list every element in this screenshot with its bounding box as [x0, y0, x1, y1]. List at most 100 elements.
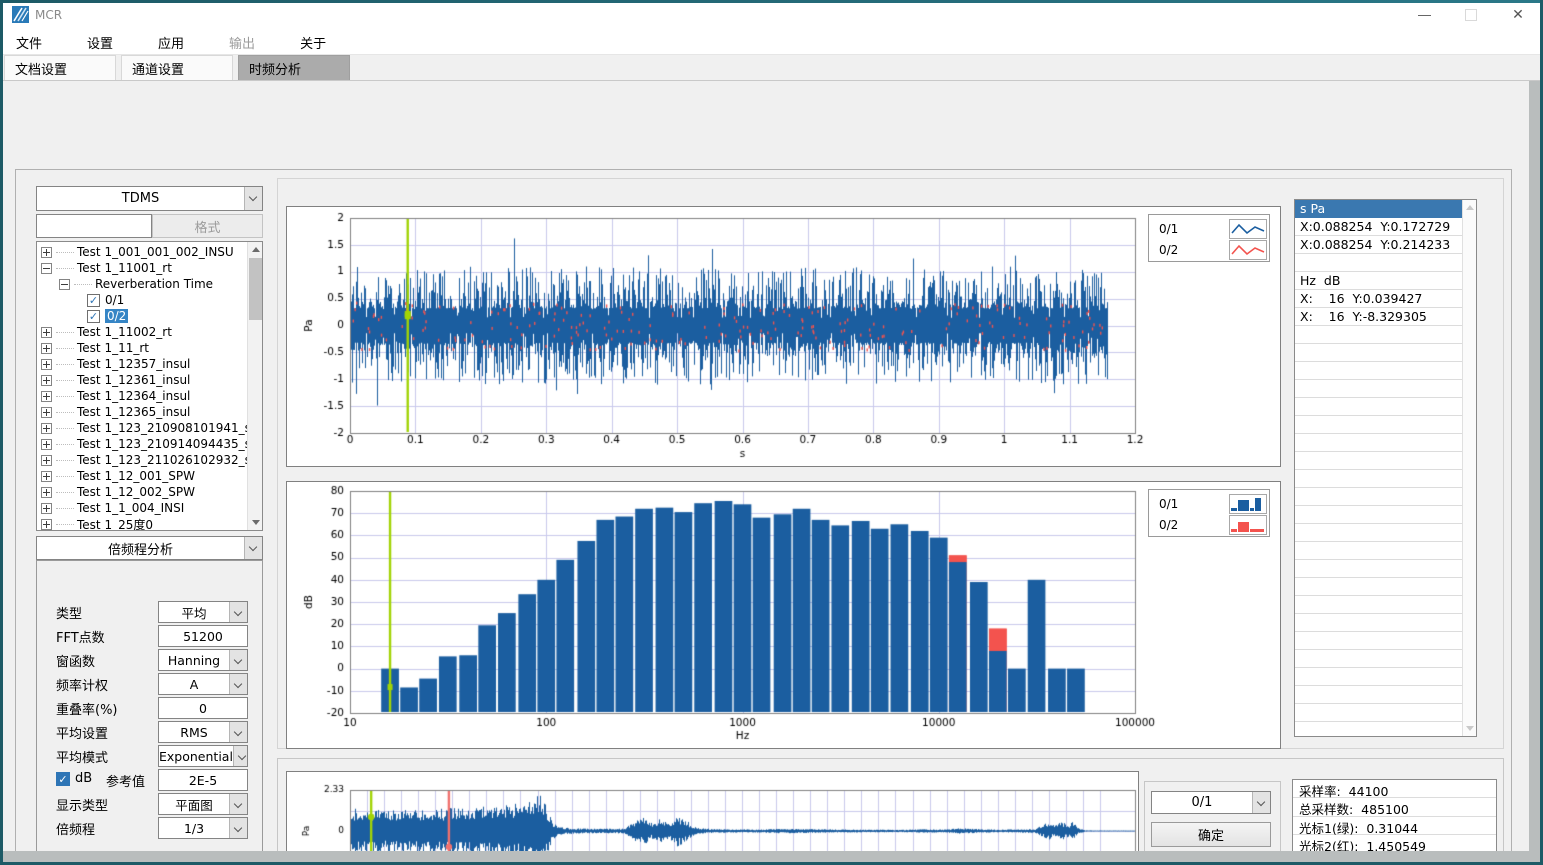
readout-row[interactable] — [1295, 326, 1463, 344]
tree-item[interactable]: Test 1_1_004_INSI — [41, 500, 184, 516]
readout-row[interactable] — [1295, 668, 1463, 686]
field-select-倍频程[interactable]: 1/3 — [158, 817, 248, 839]
scrollbar-down-icon[interactable] — [1463, 721, 1477, 736]
tree-item[interactable]: Test 1_12361_insul — [41, 372, 190, 388]
cursor-readout-list[interactable]: s Pa X:0.088254 Y:0.172729X:0.088254 Y:0… — [1294, 199, 1477, 737]
file-format-select[interactable]: TDMS — [36, 186, 263, 211]
tree-expander-icon[interactable] — [41, 455, 52, 466]
tree-item[interactable]: Test 1_12365_insul — [41, 404, 190, 420]
readout-row[interactable] — [1295, 686, 1463, 704]
chevron-down-icon[interactable] — [229, 794, 247, 814]
readout-row[interactable] — [1295, 362, 1463, 380]
readout-row[interactable] — [1295, 254, 1463, 272]
tree-item[interactable]: Test 1_001_001_002_INSU — [41, 244, 234, 260]
tree-item[interactable]: Test 1_123_210908101941_spw — [41, 420, 263, 436]
octave-spectrum-plot[interactable] — [287, 482, 1280, 748]
db-checkbox[interactable]: ✓ — [56, 772, 70, 786]
filter-input[interactable] — [36, 214, 152, 238]
tree-expander-icon[interactable] — [41, 247, 52, 258]
tree-expander-icon[interactable] — [41, 503, 52, 514]
tab-通道设置[interactable]: 通道设置 — [121, 55, 233, 80]
scrollbar-up-icon[interactable] — [248, 242, 263, 257]
readout-row[interactable] — [1295, 344, 1463, 362]
tab-时频分析[interactable]: 时频分析 — [238, 55, 350, 80]
chevron-down-icon[interactable] — [229, 818, 247, 838]
tree-expander-icon[interactable] — [41, 343, 52, 354]
file-tree[interactable]: Test 1_001_001_002_INSUTest 1_11001_rtRe… — [36, 241, 263, 531]
tree-expander-icon[interactable] — [41, 487, 52, 498]
field-select-窗函数[interactable]: Hanning — [158, 649, 248, 671]
maximize-button[interactable] — [1454, 0, 1488, 30]
chevron-down-icon[interactable] — [233, 746, 247, 766]
readout-row[interactable] — [1295, 380, 1463, 398]
chevron-down-icon[interactable] — [229, 650, 247, 670]
readout-row[interactable]: X: 16 Y:0.039427 — [1295, 290, 1463, 308]
tree-item-checkbox[interactable]: ✓ — [87, 310, 100, 323]
tree-expander-icon[interactable] — [41, 263, 52, 274]
confirm-button[interactable]: 确定 — [1151, 822, 1271, 847]
field-input-FFT点数[interactable] — [158, 625, 248, 647]
close-button[interactable]: ✕ — [1501, 0, 1535, 30]
readout-row[interactable] — [1295, 632, 1463, 650]
menu-item-文件[interactable]: 文件 — [2, 29, 56, 56]
tree-expander-icon[interactable] — [41, 423, 52, 434]
tree-scrollbar-thumb[interactable] — [249, 258, 262, 320]
menu-item-应用[interactable]: 应用 — [144, 29, 198, 56]
readout-row[interactable] — [1295, 704, 1463, 722]
time-waveform-plot[interactable] — [287, 207, 1280, 466]
readout-row[interactable] — [1295, 578, 1463, 596]
field-select-平均设置[interactable]: RMS — [158, 721, 248, 743]
tree-expander-icon[interactable] — [41, 391, 52, 402]
tree-item[interactable]: Reverberation Time — [59, 276, 213, 292]
tree-item[interactable]: Test 1_11002_rt — [41, 324, 172, 340]
field-select-显示类型[interactable]: 平面图 — [158, 793, 248, 815]
readout-row[interactable] — [1295, 434, 1463, 452]
tree-expander-icon[interactable] — [59, 279, 70, 290]
tree-item[interactable]: Test 1_11001_rt — [41, 260, 172, 276]
readout-row[interactable] — [1295, 452, 1463, 470]
tree-expander-icon[interactable] — [41, 359, 52, 370]
readout-row[interactable] — [1295, 416, 1463, 434]
menu-item-设置[interactable]: 设置 — [73, 29, 127, 56]
tree-item[interactable]: Test 1_25度0 — [41, 516, 153, 531]
readout-row[interactable]: X:0.088254 Y:0.172729 — [1295, 218, 1463, 236]
tree-expander-icon[interactable] — [41, 375, 52, 386]
channel-select[interactable]: 0/1 — [1151, 791, 1271, 814]
chevron-down-icon[interactable] — [229, 602, 247, 622]
menu-item-关于[interactable]: 关于 — [286, 29, 340, 56]
tree-expander-icon[interactable] — [41, 519, 52, 530]
tree-item[interactable]: Test 1_12364_insul — [41, 388, 190, 404]
readout-row[interactable] — [1295, 542, 1463, 560]
readout-row[interactable]: X: 16 Y:-8.329305 — [1295, 308, 1463, 326]
readout-row[interactable] — [1295, 506, 1463, 524]
readout-row[interactable] — [1295, 398, 1463, 416]
tab-文档设置[interactable]: 文档设置 — [4, 55, 116, 80]
chevron-down-icon[interactable] — [229, 674, 247, 694]
readout-scrollbar[interactable] — [1462, 200, 1476, 736]
tree-item[interactable]: Test 1_123_210914094435_spw — [41, 436, 263, 452]
tree-item[interactable]: Test 1_12357_insul — [41, 356, 190, 372]
field-select-频率计权[interactable]: A — [158, 673, 248, 695]
chevron-down-icon[interactable] — [1252, 792, 1270, 813]
readout-row[interactable] — [1295, 524, 1463, 542]
tree-expander-icon[interactable] — [41, 407, 52, 418]
format-button[interactable]: 格式 — [152, 214, 263, 238]
tree-item[interactable]: Test 1_11_rt — [41, 340, 149, 356]
field-select-类型[interactable]: 平均 — [158, 601, 248, 623]
analysis-type-select[interactable]: 倍频程分析 — [36, 536, 263, 560]
readout-row[interactable] — [1295, 614, 1463, 632]
tree-item-checkbox[interactable]: ✓ — [87, 294, 100, 307]
tree-item[interactable]: Test 1_12_002_SPW — [41, 484, 195, 500]
readout-row[interactable]: Hz dB — [1295, 272, 1463, 290]
chevron-down-icon[interactable] — [229, 722, 247, 742]
readout-row[interactable] — [1295, 650, 1463, 668]
scrollbar-down-icon[interactable] — [248, 515, 263, 530]
tree-scrollbar[interactable] — [247, 242, 262, 530]
field-select-平均模式[interactable]: Exponential — [158, 745, 248, 767]
readout-row[interactable] — [1295, 596, 1463, 614]
readout-row[interactable] — [1295, 488, 1463, 506]
tree-item[interactable]: Test 1_123_211026102932_spw — [41, 452, 263, 468]
chevron-down-icon[interactable] — [244, 537, 262, 559]
scrollbar-up-icon[interactable] — [1463, 200, 1477, 215]
readout-row[interactable] — [1295, 470, 1463, 488]
